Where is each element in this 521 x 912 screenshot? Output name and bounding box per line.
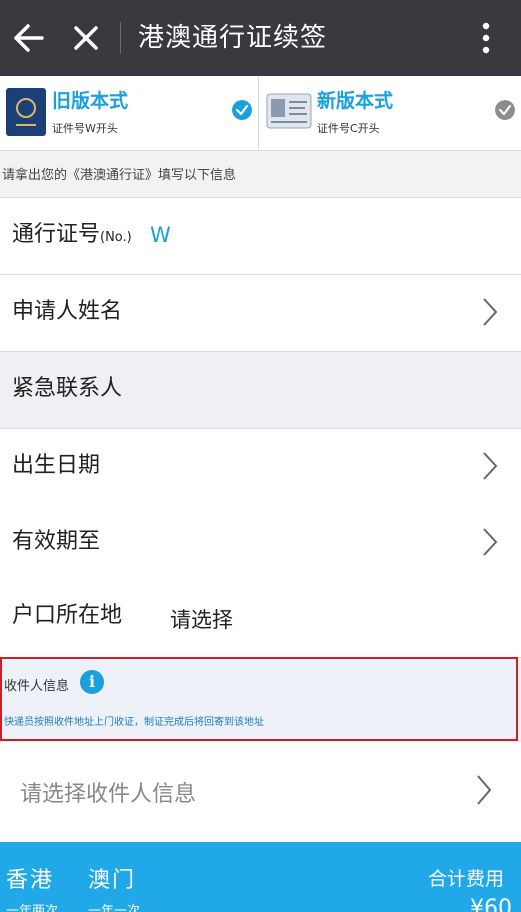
region-macau[interactable]: 澳门 [88, 862, 136, 894]
new-version-sub: 证件号C开头 [317, 122, 380, 135]
new-card-icon [266, 93, 312, 129]
bottom-summary-bar: 香港 澳门 一年两次 一年一次 合计费用 ¥60 [0, 842, 521, 912]
old-version-option[interactable]: 旧版本式 证件号W开头 [0, 76, 259, 150]
pass-number-label: 通行证号(No.) [12, 222, 132, 247]
total-fee-amount: ¥60 [470, 896, 512, 912]
household-location-label: 户口所在地 [12, 603, 123, 628]
old-passport-icon [6, 88, 46, 136]
receiver-info-description: 快递员按照收件地址上门收证，制证完成后将回寄到该地址 [4, 717, 264, 728]
hongkong-frequency: 一年两次 [6, 904, 59, 912]
chevron-right-icon [483, 528, 498, 556]
version-selector: 旧版本式 证件号W开头 新版本式 证件号C开头 [0, 76, 521, 151]
birth-date-row[interactable]: 出生日期 [0, 429, 521, 506]
title-separator [120, 22, 121, 54]
total-fee-label: 合计费用 [428, 868, 505, 890]
expiry-date-row[interactable]: 有效期至 [0, 505, 521, 582]
emergency-contact-row[interactable]: 紧急联系人 [0, 352, 521, 429]
receiver-info-section: 收件人信息 i 快递员按照收件地址上门收证，制证完成后将回寄到该地址 [0, 657, 518, 741]
applicant-name-label: 申请人姓名 [12, 299, 123, 324]
old-version-sub: 证件号W开头 [52, 122, 118, 135]
chevron-right-icon [483, 298, 498, 326]
region-hongkong[interactable]: 香港 [6, 862, 54, 894]
close-icon[interactable] [70, 20, 102, 56]
back-arrow-icon[interactable] [12, 20, 46, 56]
select-receiver-row[interactable]: 请选择收件人信息 [0, 742, 521, 842]
macau-frequency: 一年一次 [88, 904, 141, 912]
new-version-option[interactable]: 新版本式 证件号C开头 [259, 76, 521, 150]
new-version-name: 新版本式 [317, 90, 394, 112]
chevron-right-icon [477, 775, 492, 805]
instruction-bar: 请拿出您的《港澳通行证》填写以下信息 [0, 151, 521, 198]
birth-date-label: 出生日期 [12, 453, 101, 478]
unchecked-icon [495, 100, 515, 120]
select-receiver-placeholder: 请选择收件人信息 [20, 782, 197, 807]
pass-number-input[interactable]: W [150, 218, 171, 252]
household-location-select[interactable]: 请选择 [170, 603, 233, 637]
old-version-name: 旧版本式 [52, 90, 129, 112]
checked-icon [232, 100, 252, 120]
page-title: 港澳通行证续签 [138, 23, 328, 53]
applicant-name-row[interactable]: 申请人姓名 [0, 275, 521, 352]
instruction-text: 请拿出您的《港澳通行证》填写以下信息 [2, 168, 237, 183]
household-location-row[interactable]: 户口所在地 请选择 [0, 581, 521, 658]
pass-number-row[interactable]: 通行证号(No.) W [0, 198, 521, 275]
info-icon[interactable]: i [80, 670, 104, 694]
title-bar: 港澳通行证续签 [0, 0, 521, 76]
chevron-right-icon [483, 452, 498, 480]
receiver-info-title: 收件人信息 [4, 679, 70, 694]
more-vertical-icon[interactable] [476, 20, 496, 56]
expiry-date-label: 有效期至 [12, 529, 101, 554]
emergency-contact-label: 紧急联系人 [12, 376, 123, 401]
